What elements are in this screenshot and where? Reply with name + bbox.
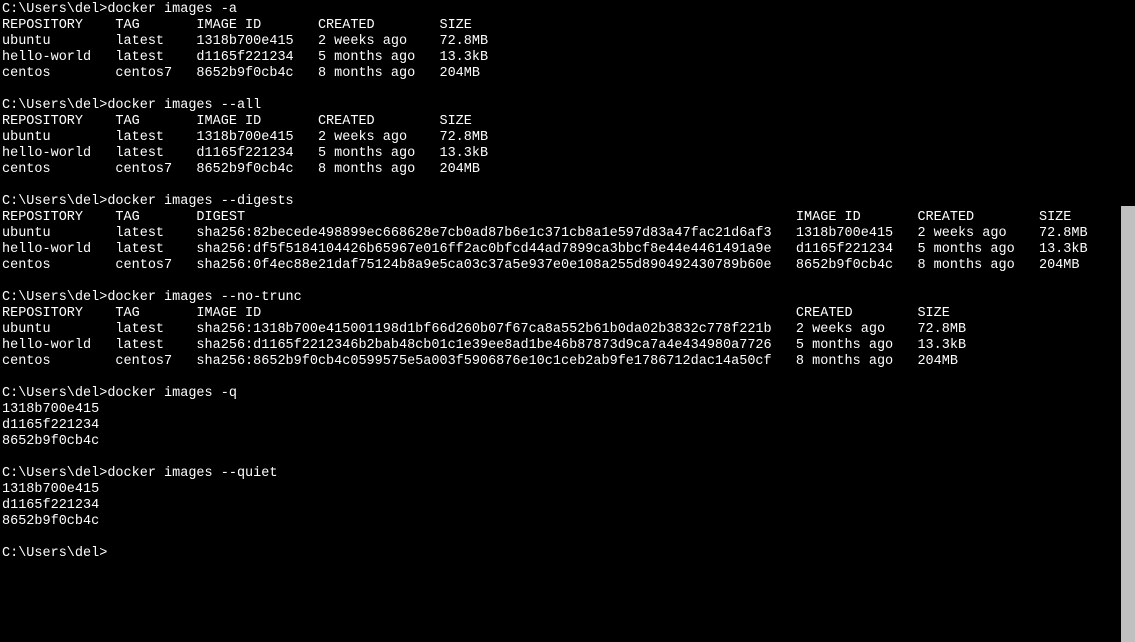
terminal-output[interactable]: C:\Users\del>docker images -a REPOSITORY… (0, 0, 1121, 642)
scrollbar-thumb[interactable] (1121, 206, 1135, 642)
scrollbar[interactable] (1121, 0, 1135, 642)
